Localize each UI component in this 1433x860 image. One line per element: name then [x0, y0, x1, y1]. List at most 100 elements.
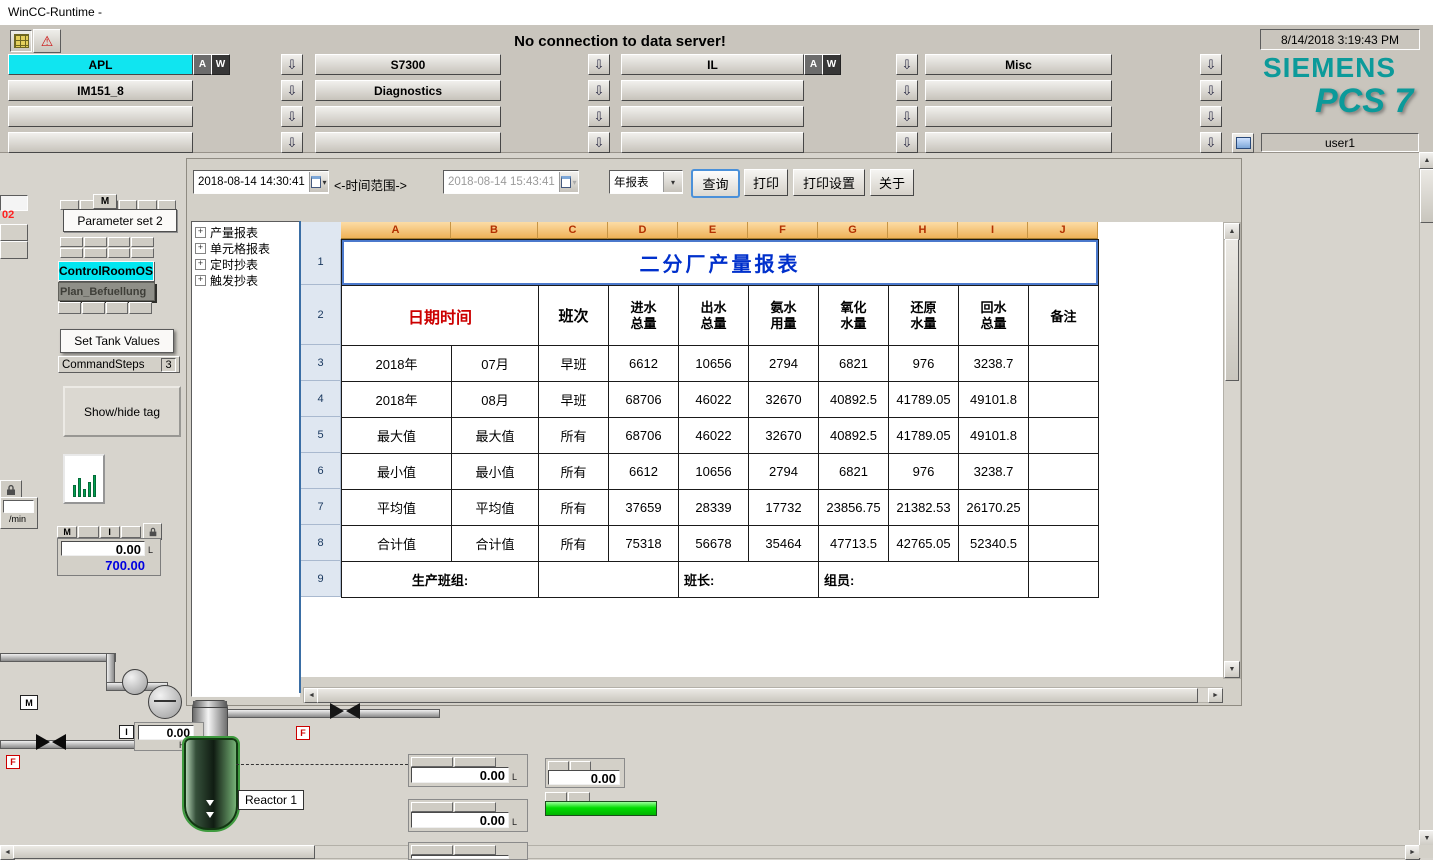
nav-button-empty[interactable] — [925, 132, 1112, 153]
table-cell[interactable]: 49101.8 — [959, 382, 1029, 418]
print-setup-button[interactable]: 打印设置 — [793, 169, 865, 196]
command-steps-field[interactable]: CommandSteps 3 — [58, 356, 180, 373]
meter-3-display[interactable]: 0.00 — [411, 812, 509, 828]
column-header[interactable]: F — [748, 222, 818, 239]
nav-arrow-button[interactable]: ⇩ — [896, 106, 918, 127]
column-header[interactable]: C — [538, 222, 608, 239]
valve-icon[interactable] — [36, 734, 66, 750]
nav-button-empty[interactable] — [315, 106, 501, 127]
table-cell[interactable]: 最大值 — [342, 418, 452, 454]
footer-cell-leader[interactable]: 班长: — [679, 562, 819, 598]
nav-arrow-button[interactable]: ⇩ — [588, 106, 610, 127]
table-cell[interactable]: 3238.7 — [959, 454, 1029, 490]
report-type-dropdown[interactable]: ▾ — [663, 172, 682, 192]
badge-w[interactable]: W — [822, 54, 841, 75]
table-cell[interactable] — [1029, 454, 1099, 490]
sheet-vertical-scrollbar[interactable]: ▲ ▼ — [1223, 222, 1241, 679]
nav-arrow-button[interactable]: ⇩ — [1200, 106, 1222, 127]
set-tank-values-button[interactable]: Set Tank Values — [60, 329, 174, 353]
sheet-horizontal-scrollbar[interactable]: ◄ ► — [303, 687, 1223, 703]
sheet-scroll-down-button[interactable]: ▼ — [1224, 661, 1240, 678]
table-cell[interactable]: 平均值 — [452, 490, 539, 526]
table-cell[interactable]: 41789.05 — [889, 418, 959, 454]
sheet-horizontal-thumb[interactable] — [317, 688, 1198, 703]
tree-expand-icon[interactable]: + — [195, 227, 206, 238]
column-header[interactable]: G — [818, 222, 888, 239]
table-cell[interactable]: 40892.5 — [819, 382, 889, 418]
table-cell[interactable]: 2794 — [749, 346, 819, 382]
sheet-scroll-right-button[interactable]: ► — [1208, 688, 1223, 703]
vertical-scrollbar[interactable] — [1419, 152, 1433, 847]
nav-button-empty[interactable] — [8, 132, 193, 153]
nav-arrow-button[interactable]: ⇩ — [896, 54, 918, 75]
table-cell[interactable]: 41789.05 — [889, 382, 959, 418]
horizontal-scroll-thumb[interactable] — [13, 845, 315, 859]
tree-expand-icon[interactable]: + — [195, 275, 206, 286]
nav-arrow-button[interactable]: ⇩ — [896, 132, 918, 153]
nav-button-misc[interactable]: Misc — [925, 54, 1112, 75]
query-button[interactable]: 查询 — [691, 169, 740, 198]
table-cell[interactable]: 2794 — [749, 454, 819, 490]
header-cell-ammonia[interactable]: 氨水 用量 — [749, 286, 819, 346]
command-steps-value[interactable]: 3 — [161, 358, 176, 372]
table-cell[interactable]: 6821 — [819, 346, 889, 382]
table-cell[interactable]: 10656 — [679, 346, 749, 382]
nav-arrow-button[interactable]: ⇩ — [896, 80, 918, 101]
table-cell[interactable]: 47713.5 — [819, 526, 889, 562]
nav-button-apl[interactable]: APL — [8, 54, 193, 75]
footer-cell-empty[interactable] — [539, 562, 679, 598]
meter-2-display[interactable]: 0.00 — [548, 770, 620, 785]
footer-cell-empty[interactable] — [1029, 562, 1099, 598]
table-cell[interactable]: 07月 — [452, 346, 539, 382]
header-cell-shift[interactable]: 班次 — [539, 286, 609, 346]
table-cell[interactable] — [1029, 526, 1099, 562]
column-header[interactable]: J — [1028, 222, 1098, 239]
table-cell[interactable]: 49101.8 — [959, 418, 1029, 454]
nav-arrow-button[interactable]: ⇩ — [281, 132, 303, 153]
nav-arrow-button[interactable]: ⇩ — [281, 80, 303, 101]
nav-arrow-button[interactable]: ⇩ — [1200, 54, 1222, 75]
nav-button-empty[interactable] — [8, 106, 193, 127]
header-cell-reduction[interactable]: 还原 水量 — [889, 286, 959, 346]
control-room-os-button[interactable]: ControlRoomOS — [58, 261, 154, 281]
table-cell[interactable]: 6821 — [819, 454, 889, 490]
nav-button-empty[interactable] — [621, 106, 804, 127]
table-cell[interactable]: 976 — [889, 346, 959, 382]
parameter-set-button[interactable]: Parameter set 2 — [63, 209, 177, 232]
badge-a[interactable]: A — [193, 54, 212, 75]
table-cell[interactable]: 976 — [889, 454, 959, 490]
table-cell[interactable]: 最小值 — [342, 454, 452, 490]
table-cell[interactable] — [1029, 490, 1099, 526]
row-header[interactable]: 6 — [301, 453, 341, 489]
header-cell-datetime[interactable]: 日期时间 — [342, 286, 539, 346]
table-cell[interactable]: 17732 — [749, 490, 819, 526]
start-time-picker[interactable]: 2018-08-14 14:30:41 ▾ — [193, 170, 329, 194]
print-button[interactable]: 打印 — [744, 169, 788, 196]
meter-4-display[interactable] — [411, 855, 509, 859]
footer-cell-group[interactable]: 生产班组: — [342, 562, 539, 598]
nav-button-empty[interactable] — [925, 106, 1112, 127]
row-header[interactable]: 9 — [301, 561, 341, 597]
table-cell[interactable]: 2018年 — [342, 346, 452, 382]
table-cell[interactable]: 最小值 — [452, 454, 539, 490]
table-cell[interactable]: 46022 — [679, 382, 749, 418]
table-cell[interactable]: 最大值 — [452, 418, 539, 454]
nav-button-il[interactable]: IL — [621, 54, 804, 75]
row-header[interactable]: 4 — [301, 381, 341, 417]
table-cell[interactable]: 平均值 — [342, 490, 452, 526]
table-cell[interactable]: 75318 — [609, 526, 679, 562]
show-hide-tag-button[interactable]: Show/hide tag — [63, 386, 181, 437]
table-cell[interactable] — [1029, 382, 1099, 418]
table-cell[interactable]: 21382.53 — [889, 490, 959, 526]
row-header[interactable]: 5 — [301, 417, 341, 453]
nav-button-s7300[interactable]: S7300 — [315, 54, 501, 75]
table-cell[interactable] — [1029, 418, 1099, 454]
table-cell[interactable]: 早班 — [539, 382, 609, 418]
tree-item-timed-report[interactable]: +定时抄表 — [192, 256, 299, 272]
report-type-combobox[interactable]: 年报表 ▾ — [609, 170, 683, 194]
start-time-dropdown[interactable]: ▾ — [309, 172, 328, 192]
tree-item-cell-report[interactable]: +单元格报表 — [192, 240, 299, 256]
table-cell[interactable]: 35464 — [749, 526, 819, 562]
badge-w[interactable]: W — [211, 54, 230, 75]
tank-setpoint-display[interactable]: 700.00 — [61, 558, 145, 573]
